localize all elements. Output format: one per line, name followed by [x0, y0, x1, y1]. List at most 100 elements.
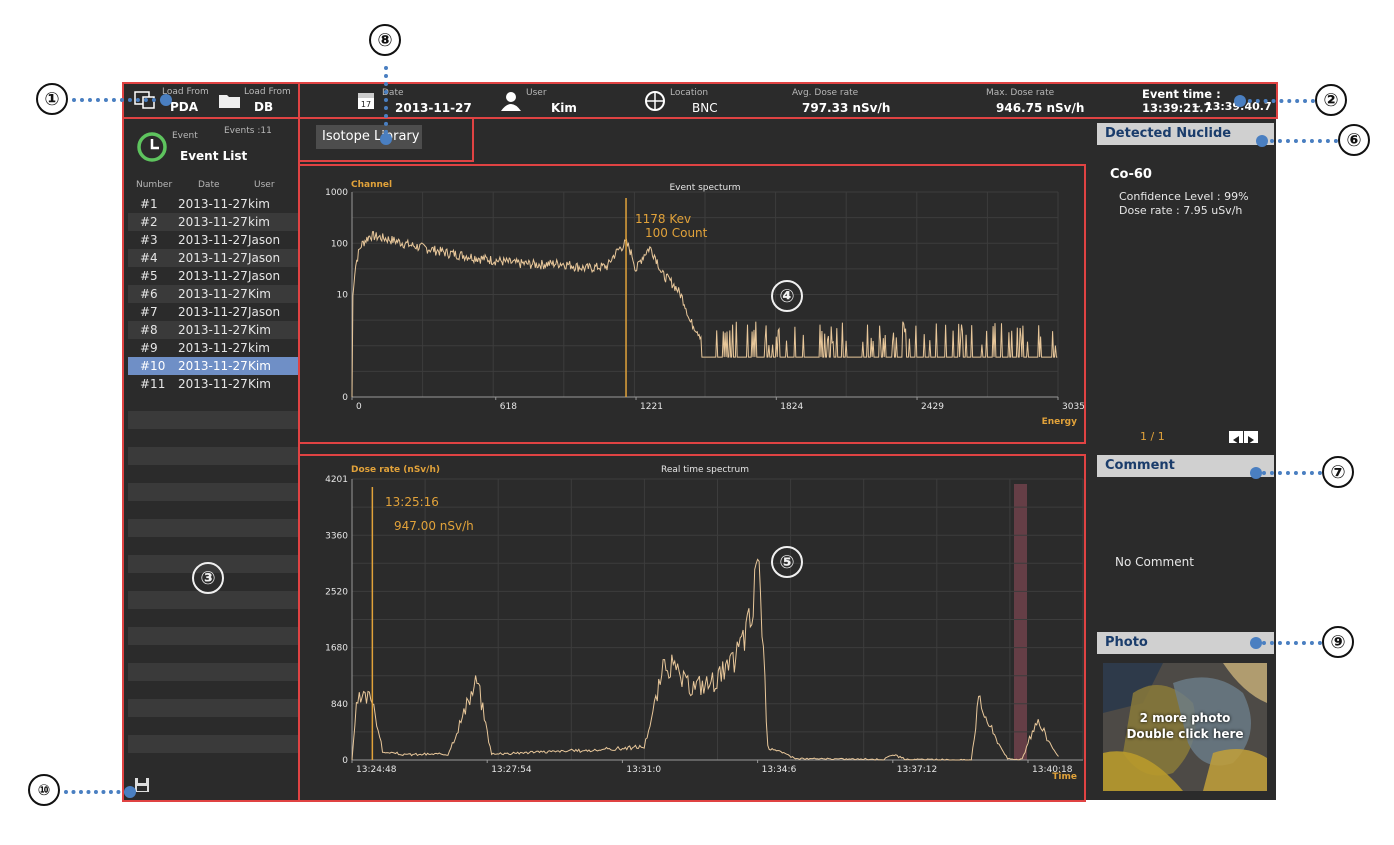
event-row[interactable]: #4 2013-11-27 Jason [128, 249, 303, 267]
next-nuclide-button[interactable] [1244, 431, 1258, 444]
avg-dose-label: Avg. Dose rate [792, 88, 859, 98]
isotope-library-label: Isotope Library [322, 129, 420, 144]
event-row-num: #1 [140, 197, 158, 211]
y-tick-label: 4201 [325, 475, 348, 485]
event-row-num: #7 [140, 305, 158, 319]
y-tick-label: 100 [331, 239, 348, 249]
event-row-date: 2013-11-27 [178, 197, 248, 211]
realtime-spectrum-chart[interactable]: Dose rate (nSv/h) Real time spectrum Tim… [301, 457, 1085, 797]
event-row[interactable]: #8 2013-11-27 Kim [128, 321, 303, 339]
user-icon [500, 91, 522, 111]
event-row-date: 2013-11-27 [178, 359, 248, 373]
x-tick-label: 1824 [780, 402, 803, 412]
load-db-button[interactable]: DB [254, 100, 273, 114]
event-row-date: 2013-11-27 [178, 323, 248, 337]
callout-line-1 [72, 98, 164, 102]
events-count: Events :11 [224, 126, 272, 136]
callout-dot-7 [1250, 467, 1262, 479]
folder-icon[interactable] [218, 91, 242, 109]
arrow-left-icon [1233, 436, 1239, 444]
location-label: Location [670, 88, 709, 98]
y-tick-label: 0 [342, 756, 348, 766]
event-row-num: #4 [140, 251, 158, 265]
event-list-title: Event List [180, 149, 248, 163]
empty-row [128, 519, 299, 537]
rt-chart-ylabel: Dose rate (nSv/h) [351, 465, 440, 475]
event-row-date: 2013-11-27 [178, 233, 248, 247]
callout-line-2 [1240, 99, 1315, 103]
event-row[interactable]: #11 2013-11-27 Kim [128, 375, 303, 393]
nuclide-dose-rate: Dose rate : 7.95 uSv/h [1119, 204, 1243, 217]
event-row[interactable]: #5 2013-11-27 Jason [128, 267, 303, 285]
load-db-label: Load From [244, 87, 291, 97]
event-chart-ylabel: Channel [351, 180, 392, 190]
photo-more-text: 2 more photo [1139, 711, 1231, 725]
callout-dot-6 [1256, 135, 1268, 147]
event-row[interactable]: #3 2013-11-27 Jason [128, 231, 303, 249]
event-cursor-count: 100 Count [645, 226, 708, 240]
event-spectrum-chart[interactable]: Channel Event specturm Energy 1000100100… [301, 166, 1085, 444]
callout-marker-9: ⑨ [1322, 626, 1354, 658]
photo-header: Photo [1097, 632, 1274, 654]
event-row[interactable]: #2 2013-11-27 kim [128, 213, 303, 231]
comment-text[interactable]: No Comment [1115, 555, 1194, 569]
empty-row [128, 735, 299, 753]
event-row-num: #9 [140, 341, 158, 355]
x-tick-label: 13:31:0 [626, 765, 661, 775]
calendar-icon: 17 [357, 90, 375, 110]
event-row-user: Jason [248, 269, 281, 283]
crosshair-icon [644, 90, 666, 112]
x-tick-label: 618 [500, 402, 517, 412]
max-dose-value: 946.75 nSv/h [996, 101, 1085, 115]
event-row-num: #8 [140, 323, 158, 337]
column-number[interactable]: Number [136, 180, 172, 190]
x-tick-label: 2429 [921, 402, 944, 412]
user-label: User [526, 88, 547, 98]
photo-thumbnail[interactable]: 2 more photo Double click here [1103, 663, 1267, 791]
callout-marker-5: ⑤ [771, 546, 803, 578]
x-tick-label: 1221 [640, 402, 663, 412]
nuclide-name: Co-60 [1110, 167, 1152, 182]
load-pda-button[interactable]: PDA [170, 100, 198, 114]
event-row-date: 2013-11-27 [178, 305, 248, 319]
y-tick-label: 1680 [325, 644, 348, 654]
prev-nuclide-button[interactable] [1229, 431, 1243, 444]
rt-highlight-band [1014, 484, 1027, 760]
event-row-user: Jason [248, 233, 281, 247]
callout-line-7 [1254, 471, 1322, 475]
top-info-bar: Load From PDA Load From DB 17 Date 2013-… [124, 84, 1276, 117]
empty-row [128, 483, 299, 501]
save-icon[interactable] [134, 777, 150, 793]
callout-dot-8 [380, 133, 392, 145]
event-row-date: 2013-11-27 [178, 341, 248, 355]
callout-marker-7: ⑦ [1322, 456, 1354, 488]
event-row[interactable]: #10 2013-11-27 Kim [128, 357, 303, 375]
x-tick-label: 13:27:54 [491, 765, 532, 775]
event-row[interactable]: #6 2013-11-27 Kim [128, 285, 303, 303]
isotope-underline [299, 160, 474, 162]
callout-dot-2 [1234, 95, 1246, 107]
callout-line-6 [1262, 139, 1338, 143]
event-list-panel: Event Events :11 Event List Number Date … [124, 117, 303, 800]
column-user[interactable]: User [254, 180, 275, 190]
callout-marker-6: ⑥ [1338, 124, 1370, 156]
event-row-num: #5 [140, 269, 158, 283]
callout-line-8 [384, 66, 388, 142]
detected-nuclide-header: Detected Nuclide [1097, 123, 1274, 145]
event-row-date: 2013-11-27 [178, 215, 248, 229]
y-tick-label: 0 [342, 393, 348, 403]
event-row-user: Kim [248, 323, 271, 337]
event-row[interactable]: #1 2013-11-27 kim [128, 195, 303, 213]
event-row-num: #10 [140, 359, 166, 373]
event-row[interactable]: #9 2013-11-27 kim [128, 339, 303, 357]
isotope-library-button[interactable]: Isotope Library [316, 125, 422, 149]
event-row-user: kim [248, 341, 270, 355]
callout-dot-10 [124, 786, 136, 798]
empty-row [128, 447, 299, 465]
event-row[interactable]: #7 2013-11-27 Jason [128, 303, 303, 321]
confidence-level: Confidence Level : 99% [1119, 190, 1249, 203]
callout-marker-4: ④ [771, 280, 803, 312]
comment-header: Comment [1097, 455, 1274, 477]
max-dose-label: Max. Dose rate [986, 88, 1055, 98]
column-date[interactable]: Date [198, 180, 220, 190]
